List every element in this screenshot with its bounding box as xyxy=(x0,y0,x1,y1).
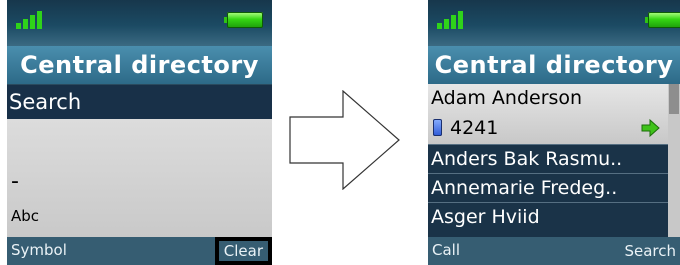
symbol-softkey[interactable]: Symbol xyxy=(11,241,67,259)
list-item[interactable]: Anders Bak Rasmu.. xyxy=(428,144,668,173)
input-mode-indicator: Abc xyxy=(11,207,40,225)
softkey-bar: Symbol Clear xyxy=(7,237,272,265)
signal-icon xyxy=(12,7,60,29)
status-bar xyxy=(428,0,680,46)
list-item-selected[interactable]: Adam Anderson 4241 xyxy=(428,84,668,144)
phone-icon xyxy=(433,119,442,136)
search-input-area[interactable]: - Abc xyxy=(7,119,272,237)
clear-softkey[interactable]: Clear xyxy=(214,237,272,265)
search-input-value[interactable]: - xyxy=(11,169,19,194)
directory-list: Adam Anderson 4241 Anders Bak Rasmu.. An… xyxy=(428,84,680,237)
search-header: Search xyxy=(7,85,272,119)
battery-icon xyxy=(645,12,680,28)
screen-title: Central directory xyxy=(428,46,680,84)
scroll-thumb[interactable] xyxy=(669,84,679,114)
left-phone-screen: Central directory Search - Abc Symbol Cl… xyxy=(7,0,272,265)
status-bar xyxy=(7,0,272,46)
contact-name: Adam Anderson xyxy=(431,87,583,109)
search-softkey[interactable]: Search xyxy=(620,237,680,265)
transition-arrow xyxy=(289,90,400,190)
call-softkey[interactable]: Call xyxy=(432,241,460,259)
call-arrow-icon xyxy=(641,118,660,138)
scrollbar[interactable] xyxy=(668,84,680,237)
list-item[interactable]: Annemarie Fredeg.. xyxy=(428,173,668,202)
softkey-bar: Call Search xyxy=(428,237,680,265)
battery-icon xyxy=(224,12,263,28)
right-phone-screen: Central directory Adam Anderson 4241 And… xyxy=(428,0,680,265)
signal-icon xyxy=(433,7,481,29)
list-item[interactable]: Asger Hviid xyxy=(428,202,668,231)
screen-title: Central directory xyxy=(7,46,272,84)
contact-number: 4241 xyxy=(450,117,499,139)
